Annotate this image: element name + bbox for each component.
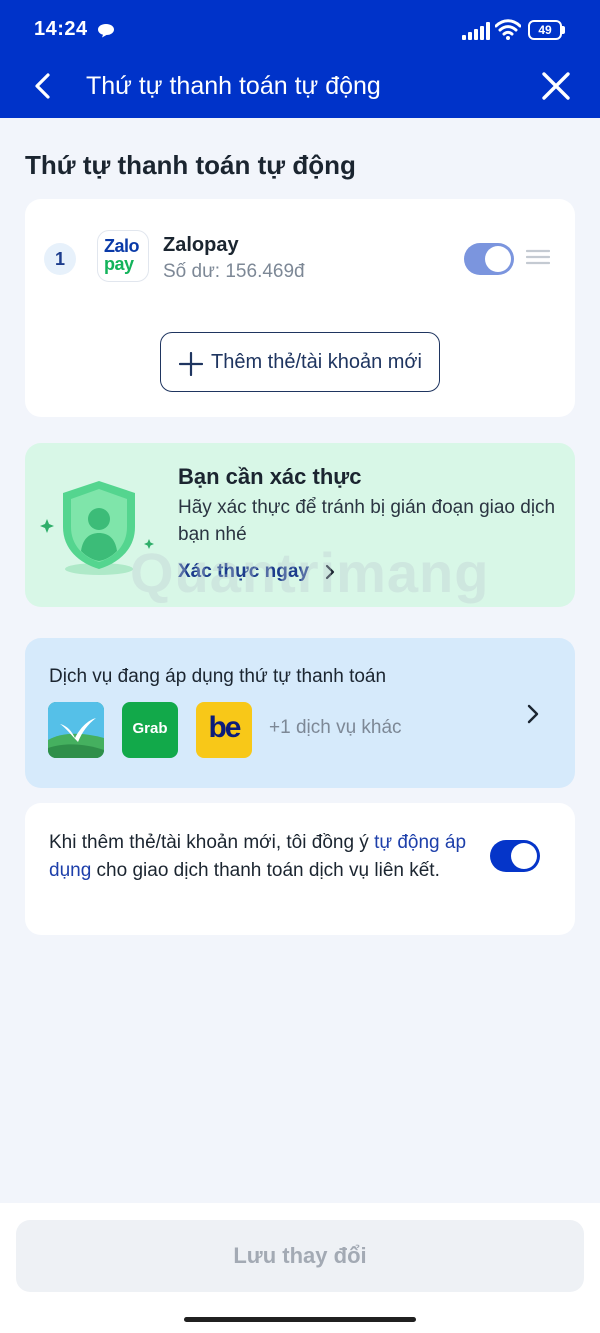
battery-level: 49	[528, 20, 562, 40]
consent-text: Khi thêm thẻ/tài khoản mới, tôi đồng ý t…	[49, 829, 469, 885]
zalopay-logo: Zalo pay	[97, 230, 149, 282]
toggle-knob	[511, 843, 537, 869]
add-card-account-button[interactable]: Thêm thẻ/tài khoản mới	[160, 332, 440, 392]
payment-method-name: Zalopay	[163, 234, 239, 256]
auto-apply-toggle[interactable]	[490, 840, 540, 872]
wifi-icon	[495, 19, 521, 40]
consent-text-after: cho giao dịch thanh toán dịch vụ liên kế…	[91, 860, 440, 881]
grab-logo-text: Grab	[132, 720, 168, 737]
battery-icon: 49	[528, 20, 566, 40]
nav-title: Thứ tự thanh toán tự động	[86, 72, 381, 100]
be-icon: be	[196, 702, 252, 758]
footer: Lưu thay đổi	[0, 1203, 600, 1333]
close-icon[interactable]	[538, 70, 574, 104]
watermark: Quantrimang	[130, 541, 490, 604]
add-card-account-label: Thêm thẻ/tài khoản mới	[211, 351, 422, 373]
payment-method-toggle[interactable]	[464, 243, 514, 275]
payment-methods-card: 1 Zalo pay Zalopay Số dư: 156.469đ Thêm …	[25, 199, 575, 417]
home-indicator	[184, 1317, 416, 1322]
status-bar: 14:24 49	[0, 0, 600, 60]
verify-title: Bạn cần xác thực	[178, 464, 362, 489]
plus-icon	[179, 352, 203, 376]
message-bubble-icon	[98, 24, 114, 38]
order-number-badge: 1	[44, 243, 76, 275]
save-changes-button[interactable]: Lưu thay đổi	[16, 1220, 584, 1292]
zalopay-logo-text-bottom: pay	[104, 254, 134, 274]
drag-handle-icon[interactable]	[526, 248, 550, 266]
be-logo-text: be	[208, 711, 241, 744]
status-time: 14:24	[34, 18, 88, 40]
payment-method-balance: Số dư: 156.469đ	[163, 261, 305, 282]
bird-app-icon	[48, 702, 104, 758]
grab-icon: Grab	[122, 702, 178, 758]
consent-text-before: Khi thêm thẻ/tài khoản mới, tôi đồng ý	[49, 832, 375, 853]
auto-apply-consent-card: Khi thêm thẻ/tài khoản mới, tôi đồng ý t…	[25, 803, 575, 935]
page-title: Thứ tự thanh toán tự động	[25, 150, 356, 180]
linked-services-card[interactable]: Dịch vụ đang áp dụng thứ tự thanh toán G…	[25, 638, 575, 788]
toggle-knob	[485, 246, 511, 272]
more-services-label: +1 dịch vụ khác	[269, 717, 402, 738]
linked-services-title: Dịch vụ đang áp dụng thứ tự thanh toán	[49, 666, 387, 687]
back-arrow-icon[interactable]	[28, 70, 60, 102]
signal-icon	[462, 22, 490, 40]
chevron-right-icon[interactable]	[525, 704, 541, 724]
app-header: 14:24 49 Thứ tự thanh toán tự động	[0, 0, 600, 118]
